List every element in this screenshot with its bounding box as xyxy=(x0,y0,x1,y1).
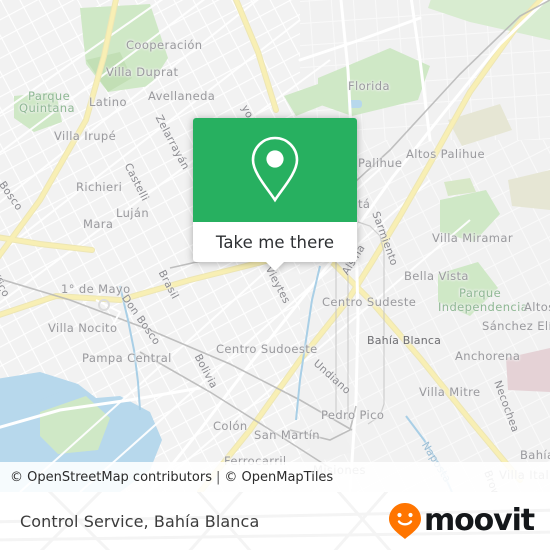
popup-image-panel xyxy=(193,118,357,222)
map-attribution-bar: © OpenStreetMap contributors | © OpenMap… xyxy=(0,462,550,492)
map-pin-icon xyxy=(251,136,299,203)
take-me-there-label: Take me there xyxy=(215,232,335,252)
moovit-logo[interactable]: moovit xyxy=(388,502,535,540)
moovit-wordmark: moovit xyxy=(423,503,535,538)
maptiles-attribution-link[interactable]: © OpenMapTiles xyxy=(224,470,333,485)
page-title: Control Service, Bahía Blanca xyxy=(20,511,260,531)
footer-bar: Control Service, Bahía Blanca moovit xyxy=(0,492,550,550)
take-me-there-popup[interactable]: Take me there xyxy=(193,118,357,271)
moovit-smiley-pin-icon xyxy=(388,503,421,539)
popup-tail-pointer xyxy=(265,261,285,271)
popup-action-bar[interactable]: Take me there xyxy=(193,222,357,271)
attribution-separator: | xyxy=(215,469,221,485)
map-canvas[interactable]: Cooperación Villa Duprat Avellaneda Parque Q… xyxy=(0,0,550,492)
osm-attribution-link[interactable]: © OpenStreetMap contributors xyxy=(10,470,212,485)
